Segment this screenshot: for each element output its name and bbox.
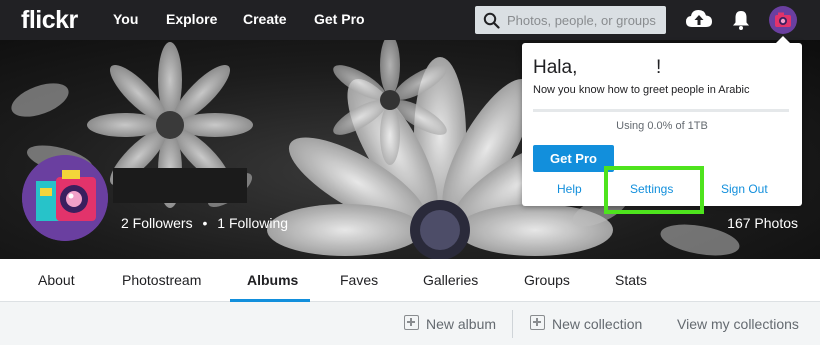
tab-stats[interactable]: Stats — [615, 272, 647, 288]
nav-create[interactable]: Create — [243, 11, 287, 27]
followers-link[interactable]: 2 Followers — [121, 215, 193, 231]
separator-dot: • — [202, 215, 208, 231]
tab-faves[interactable]: Faves — [340, 272, 378, 288]
add-album-icon — [404, 315, 419, 330]
sign-out-link[interactable]: Sign Out — [721, 182, 768, 196]
tab-galleries[interactable]: Galleries — [423, 272, 478, 288]
greeting-text: Hala, — [533, 57, 578, 78]
redacted-username — [113, 168, 247, 203]
tab-groups[interactable]: Groups — [524, 272, 570, 288]
bell-icon[interactable] — [731, 9, 751, 31]
followers-following: 2 Followers • 1 Following — [121, 215, 288, 231]
search-input[interactable] — [507, 10, 662, 30]
flickr-logo[interactable]: flickr — [21, 6, 78, 35]
new-collection-button[interactable]: New collection — [552, 316, 642, 332]
nav-you[interactable]: You — [113, 11, 138, 27]
album-actions-bar: New album New collection View my collect… — [0, 302, 820, 345]
divider — [512, 310, 513, 338]
view-collections-link[interactable]: View my collections — [677, 316, 799, 332]
storage-quota-text: Using 0.0% of 1TB — [616, 120, 708, 132]
add-collection-icon — [530, 315, 545, 330]
profile-tabs: About Photostream Albums Faves Galleries… — [0, 259, 820, 302]
settings-highlight-box — [604, 166, 704, 214]
tab-about[interactable]: About — [38, 272, 75, 288]
new-album-button[interactable]: New album — [426, 316, 496, 332]
nav-get-pro[interactable]: Get Pro — [314, 11, 365, 27]
get-pro-button[interactable]: Get Pro — [533, 145, 614, 172]
search-icon — [483, 12, 500, 29]
tab-albums[interactable]: Albums — [247, 272, 298, 288]
nav-explore[interactable]: Explore — [166, 11, 217, 27]
greeting-exclamation: ! — [656, 57, 662, 78]
storage-quota-bar — [533, 109, 789, 112]
profile-avatar[interactable] — [22, 155, 108, 241]
greeting-subtitle: Now you know how to greet people in Arab… — [533, 84, 750, 96]
top-nav-bar: flickr You Explore Create Get Pro — [0, 0, 820, 40]
photos-count: 167 Photos — [727, 215, 798, 231]
help-link[interactable]: Help — [557, 182, 582, 196]
user-avatar[interactable] — [768, 5, 798, 35]
search-box[interactable] — [475, 6, 666, 34]
tab-photostream[interactable]: Photostream — [122, 272, 201, 288]
cloud-upload-icon[interactable] — [685, 7, 713, 31]
following-link[interactable]: 1 Following — [217, 215, 288, 231]
